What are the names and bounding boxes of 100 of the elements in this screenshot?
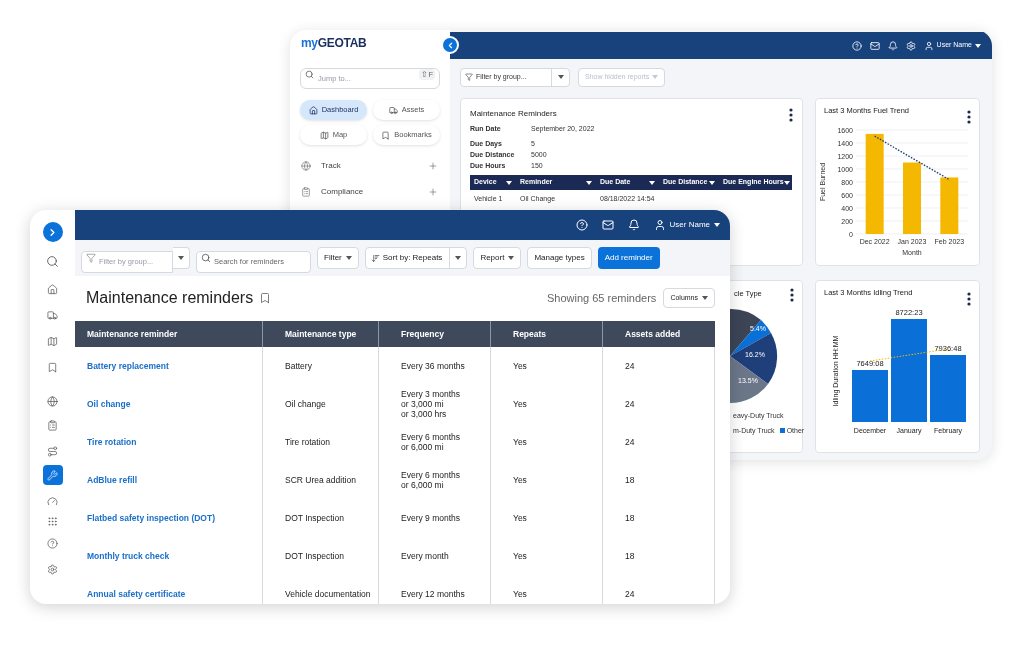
help-icon — [47, 537, 58, 549]
route-icon — [47, 445, 58, 457]
table-cell: Every 9 months — [401, 513, 461, 523]
caret-icon — [557, 75, 564, 79]
caret-icon — [649, 180, 655, 185]
caret-icon — [178, 256, 184, 260]
table-cell: 18 — [625, 511, 635, 525]
search-icon — [46, 254, 59, 268]
sort-label: Sort by: Repeats — [382, 252, 444, 264]
table-cell: Yes — [513, 435, 527, 449]
globe-icon — [47, 395, 58, 407]
truck-icon — [388, 105, 398, 115]
table-cell: Yes — [513, 473, 527, 487]
table-cell: 24 — [625, 397, 635, 411]
caret-icon — [709, 180, 715, 185]
sort-icon — [370, 253, 380, 263]
table-cell: Oil change — [285, 397, 326, 411]
logo: myGEOTAB — [300, 37, 368, 49]
truck-icon — [47, 309, 58, 321]
expand-button[interactable] — [42, 222, 63, 242]
more-options-icon[interactable] — [967, 110, 971, 124]
mail-icon[interactable] — [601, 219, 614, 231]
filter-icon — [86, 253, 96, 263]
column-header[interactable]: Maintenance reminder — [75, 321, 262, 347]
dropdown-button[interactable] — [173, 247, 190, 269]
wrench-icon — [47, 469, 58, 481]
map-icon — [47, 335, 58, 347]
table-cell: Every 3 months or 3,000 mi or 3,000 hrs — [401, 389, 461, 419]
table-cell: Yes — [513, 397, 527, 411]
bell-icon[interactable] — [627, 219, 640, 231]
plus-icon — [428, 187, 438, 197]
bell-icon[interactable] — [887, 40, 898, 51]
more-options-icon[interactable] — [967, 292, 971, 306]
more-options-icon[interactable] — [789, 108, 793, 122]
chevron-right-icon — [47, 226, 58, 238]
caret-icon — [506, 180, 512, 185]
manage-types-button[interactable]: Manage types — [527, 247, 592, 269]
table-cell: 24 — [625, 435, 635, 449]
grid-icon — [47, 515, 58, 527]
nav-item[interactable]: Track — [300, 159, 440, 173]
sort-dropdown[interactable]: Sort by: Repeats — [364, 247, 468, 269]
bar — [852, 370, 888, 422]
table-cell: Yes — [513, 359, 527, 373]
bar — [903, 162, 921, 234]
table-cell: Every 12 months — [401, 589, 465, 599]
table-cell: DOT Inspection — [285, 549, 344, 563]
bookmark-icon — [381, 130, 391, 140]
bookmark-icon[interactable] — [259, 292, 272, 304]
table-cell: 24 — [625, 359, 635, 373]
pie-slice — [730, 356, 768, 403]
reminder-link[interactable]: Monthly truck check — [75, 549, 262, 563]
report-button[interactable]: Report — [473, 247, 522, 269]
mail-icon[interactable] — [869, 40, 880, 51]
table-cell: Every 6 months or 6,000 mi — [401, 432, 461, 452]
search-icon — [201, 253, 211, 263]
caret-icon — [455, 256, 462, 260]
clipboard-icon — [301, 187, 311, 197]
reminder-link[interactable]: Battery replacement — [75, 359, 262, 373]
more-options-icon[interactable] — [790, 288, 794, 302]
caret-icon — [714, 223, 720, 227]
user-menu[interactable]: User Name — [653, 219, 720, 231]
settings-icon[interactable] — [905, 40, 916, 51]
caret-icon — [586, 180, 592, 185]
table-cell: Yes — [513, 587, 527, 601]
search-icon — [305, 70, 314, 79]
caret-icon — [783, 180, 790, 185]
user-icon — [653, 219, 666, 231]
page-title: Maintenance reminders — [86, 288, 254, 308]
reminder-link[interactable]: Flatbed safety inspection (DOT) — [75, 511, 262, 525]
wrench-button[interactable] — [42, 465, 63, 485]
caret-icon — [702, 296, 708, 300]
reminder-link[interactable]: Oil change — [75, 397, 262, 411]
table-cell: Yes — [513, 511, 527, 525]
nav-item[interactable]: Compliance — [300, 185, 440, 199]
column-header[interactable]: Maintenance type — [262, 321, 378, 347]
caret-icon — [345, 256, 352, 260]
filter-icon — [465, 73, 473, 81]
column-header[interactable]: Assets added — [602, 321, 715, 347]
table-cell: Tire rotation — [285, 435, 331, 449]
table-cell: Every month — [401, 551, 449, 561]
card-title: Maintenance Reminders — [470, 108, 557, 120]
filter-button[interactable]: Filter — [317, 247, 359, 269]
column-header[interactable]: Frequency — [378, 321, 490, 347]
add-reminder-button[interactable]: Add reminder — [597, 247, 660, 269]
help-icon[interactable] — [575, 219, 588, 231]
table-cell: Vehicle documentation — [285, 587, 371, 601]
user-icon — [923, 40, 934, 51]
table-cell: Every 36 months — [401, 361, 465, 371]
settings-icon — [47, 563, 58, 575]
reminder-link[interactable]: AdBlue refill — [75, 473, 262, 487]
table-cell: 18 — [625, 549, 635, 563]
column-header[interactable]: Repeats — [490, 321, 602, 347]
bar — [930, 355, 966, 422]
help-icon[interactable] — [851, 40, 862, 51]
table-cell: DOT Inspection — [285, 511, 344, 525]
reminder-link[interactable]: Annual safety certificate — [75, 587, 262, 601]
reminder-link[interactable]: Tire rotation — [75, 435, 262, 449]
caret-icon — [652, 75, 659, 79]
home-icon — [47, 283, 58, 295]
table-cell: SCR Urea addition — [285, 473, 356, 487]
